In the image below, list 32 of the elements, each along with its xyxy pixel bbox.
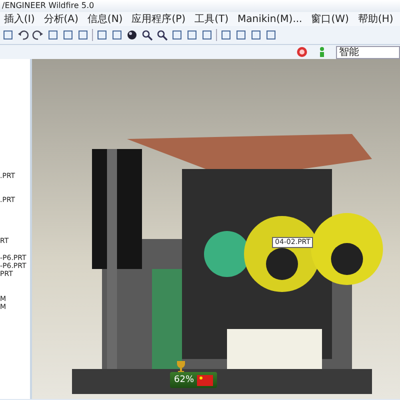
square-icon[interactable] <box>77 29 89 41</box>
square-icon[interactable] <box>201 29 213 41</box>
menu-item[interactable]: Manikin(M)... <box>237 14 302 24</box>
percent-label: 62% <box>174 375 194 385</box>
menu-item[interactable]: 分析(A) <box>44 12 78 26</box>
menu-item[interactable]: 信息(N) <box>87 12 123 26</box>
square-icon[interactable] <box>96 29 108 41</box>
zoom-icon[interactable] <box>156 29 168 41</box>
window-title: /ENGINEER Wildfire 5.0 <box>0 0 400 12</box>
square-icon[interactable] <box>220 29 232 41</box>
trophy-icon <box>176 360 186 374</box>
flag-icon <box>197 374 214 386</box>
filter-field[interactable]: 智能 <box>336 46 400 58</box>
menu-item[interactable]: 工具(T) <box>194 12 228 26</box>
square-icon[interactable] <box>47 29 59 41</box>
undo-icon[interactable] <box>17 29 29 41</box>
square-icon[interactable] <box>250 29 262 41</box>
square-icon[interactable] <box>62 29 74 41</box>
square-icon[interactable] <box>171 29 183 41</box>
sphere-icon[interactable] <box>126 29 138 41</box>
square-icon[interactable] <box>235 29 247 41</box>
square-icon[interactable] <box>2 29 14 41</box>
menu-item[interactable]: 插入(I) <box>4 12 35 26</box>
square-icon[interactable] <box>111 29 123 41</box>
square-icon[interactable] <box>186 29 198 41</box>
menu-item[interactable]: 应用程序(P) <box>132 12 186 26</box>
menu-item[interactable]: 帮助(H) <box>358 12 394 26</box>
redo-icon[interactable] <box>32 29 44 41</box>
zoom-icon[interactable] <box>141 29 153 41</box>
menu-item[interactable]: 窗口(W) <box>311 12 349 26</box>
stop-icon[interactable] <box>296 46 308 58</box>
square-icon[interactable] <box>265 29 277 41</box>
